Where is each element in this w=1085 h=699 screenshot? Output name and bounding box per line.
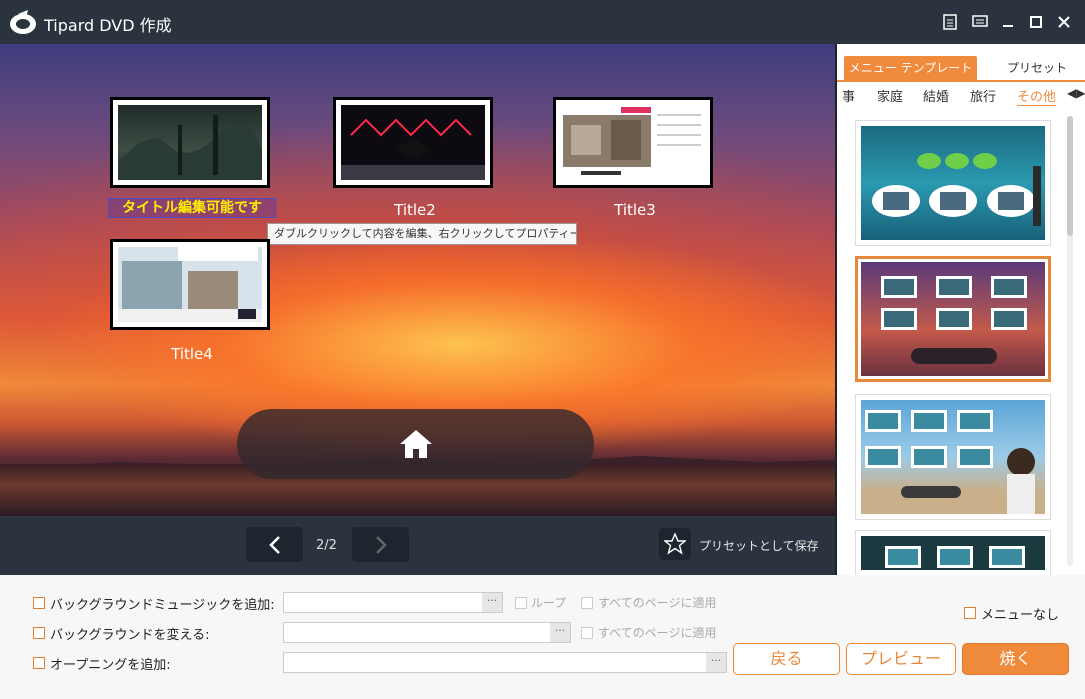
- category-scroll-arrows-icon[interactable]: ◀▶: [1067, 86, 1085, 100]
- star-icon: [664, 533, 686, 555]
- file-icon[interactable]: [940, 12, 960, 32]
- home-button[interactable]: [237, 409, 594, 479]
- category-wedding[interactable]: 結婚: [923, 86, 949, 105]
- category-family[interactable]: 家庭: [877, 86, 903, 105]
- template-item-1[interactable]: [855, 120, 1051, 246]
- template-item-4[interactable]: [855, 530, 1051, 575]
- title-thumbnail-1[interactable]: [110, 97, 270, 188]
- template-item-3[interactable]: [855, 394, 1051, 520]
- category-other[interactable]: その他: [1017, 86, 1057, 106]
- loop-label: ループ: [531, 596, 567, 610]
- apply-all-bg-checkbox[interactable]: [581, 627, 593, 639]
- bg-change-checkbox[interactable]: [33, 627, 45, 639]
- save-preset-label[interactable]: プリセットとして保存: [699, 537, 819, 554]
- title-bar: Tipard DVD 作成: [0, 0, 1085, 44]
- minimize-icon[interactable]: [998, 12, 1018, 32]
- forest-scene-image: [118, 115, 262, 180]
- bg-music-checkbox[interactable]: [33, 597, 45, 609]
- next-page-button[interactable]: [352, 527, 409, 562]
- no-menu-checkbox[interactable]: [964, 607, 976, 619]
- template-scrollbar[interactable]: [1067, 116, 1073, 566]
- template-beach-preview: [865, 410, 1035, 514]
- bg-change-field[interactable]: ···: [283, 622, 571, 643]
- category-0[interactable]: 事: [842, 86, 855, 105]
- tooltip: ダブルクリックして内容を編集、右クリックしてプロパティーを設: [267, 223, 577, 245]
- template-dark-preview: [885, 546, 1025, 568]
- article-scene-image: [563, 107, 701, 175]
- app-title: Tipard DVD 作成: [44, 16, 172, 35]
- title-thumbnail-3[interactable]: [553, 97, 713, 188]
- template-sunset-preview: [881, 276, 1027, 364]
- tab-preset[interactable]: プリセット: [987, 56, 1085, 80]
- back-button[interactable]: 戻る: [733, 643, 840, 675]
- browse-music-button[interactable]: ···: [482, 593, 502, 612]
- browse-background-button[interactable]: ···: [550, 623, 570, 642]
- apply-all-music-checkbox[interactable]: [581, 597, 593, 609]
- prev-page-button[interactable]: [246, 527, 303, 562]
- opening-checkbox[interactable]: [33, 657, 45, 669]
- menu-preview: タイトル編集可能です ダブルクリックして内容を編集、右クリックしてプロパティーを…: [0, 44, 835, 516]
- title-label-2: Title2: [394, 201, 436, 219]
- preview-button[interactable]: プレビュー: [846, 643, 956, 675]
- category-travel[interactable]: 旅行: [970, 86, 996, 105]
- tab-menu-template[interactable]: メニュー テンプレート: [844, 56, 977, 80]
- chevron-right-icon: [375, 535, 387, 554]
- opening-field[interactable]: ···: [283, 652, 727, 673]
- title-label-4: Title4: [171, 345, 213, 363]
- title-edit-field[interactable]: タイトル編集可能です: [108, 198, 276, 218]
- bg-music-field[interactable]: ···: [283, 592, 503, 613]
- burn-button[interactable]: 焼く: [962, 643, 1069, 675]
- scrollbar-thumb[interactable]: [1067, 116, 1073, 236]
- feedback-icon[interactable]: [970, 12, 990, 32]
- apply-all-music-label: すべてのページに適用: [598, 596, 717, 610]
- title-thumbnail-2[interactable]: [333, 97, 493, 188]
- title-label-3: Title3: [614, 201, 656, 219]
- tab-underline: [837, 80, 1085, 82]
- loop-checkbox[interactable]: [515, 597, 527, 609]
- template-panel: メニュー テンプレート プリセット 事 家庭 結婚 旅行 その他 ◀▶: [835, 44, 1085, 575]
- page-nav-bar: 2/2 プリセットとして保存: [0, 516, 835, 575]
- opening-label: オープニングを追加:: [50, 658, 171, 673]
- neon-scene-image: [341, 118, 485, 180]
- chevron-left-icon: [268, 535, 280, 554]
- home-icon: [399, 430, 432, 458]
- browse-opening-button[interactable]: ···: [706, 653, 726, 672]
- app-logo-icon: [10, 10, 36, 34]
- title-thumbnail-4[interactable]: [110, 239, 270, 330]
- no-menu-label: メニューなし: [981, 608, 1060, 623]
- bottom-options: バックグラウンドミュージックを追加: ··· ループ すべてのページに適用 バッ…: [0, 575, 1085, 699]
- save-preset-button[interactable]: [659, 528, 691, 560]
- bg-change-label: バックグラウンドを変える:: [50, 628, 210, 643]
- building-scene-image: [118, 247, 262, 322]
- maximize-icon[interactable]: [1026, 12, 1046, 32]
- template-fish-preview: [872, 153, 1041, 226]
- template-item-2[interactable]: [855, 256, 1051, 382]
- close-icon[interactable]: [1054, 12, 1074, 32]
- page-indicator: 2/2: [316, 538, 337, 553]
- bg-music-label: バックグラウンドミュージックを追加:: [50, 598, 275, 613]
- apply-all-bg-label: すべてのページに適用: [598, 626, 717, 640]
